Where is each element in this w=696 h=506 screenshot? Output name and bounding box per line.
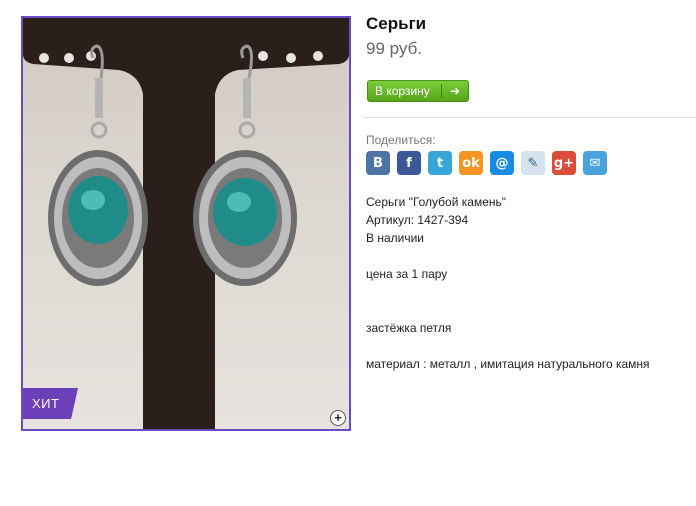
arrow-right-icon: ➜ <box>449 84 461 98</box>
description-sku: Артикул: 1427-394 <box>366 213 469 227</box>
product-title: Серьги <box>366 14 427 33</box>
zoom-plus-icon[interactable]: + <box>330 410 346 426</box>
share-twitter-icon[interactable]: t <box>428 151 452 175</box>
share-facebook-icon[interactable]: f <box>397 151 421 175</box>
share-label: Поделиться: <box>366 133 436 147</box>
share-buttons: Bf t ok @ ✎ g+ ✉ <box>366 151 607 175</box>
share-mail-ru-icon[interactable]: @ <box>490 151 514 175</box>
product-image[interactable]: ХИТ + <box>21 16 351 431</box>
share-livejournal-icon[interactable]: ✎ <box>521 151 545 175</box>
product-description: Серьги "Голубой камень" Артикул: 1427-39… <box>366 193 696 373</box>
description-stock: В наличии <box>366 231 425 245</box>
description-clasp: застёжка петля <box>366 321 452 335</box>
share-email-icon[interactable]: ✉ <box>583 151 607 175</box>
description-material: материал : металл , имитация натуральног… <box>366 357 650 371</box>
description-price-note: цена за 1 пару <box>366 267 448 281</box>
share-odnoklassniki-icon[interactable]: ok <box>459 151 483 175</box>
description-name: Серьги "Голубой камень" <box>366 195 507 209</box>
add-to-cart-label: В корзину <box>375 84 430 98</box>
add-to-cart-button[interactable]: В корзину ➜ <box>367 80 469 102</box>
hit-badge: ХИТ <box>23 388 78 419</box>
earrings-photo <box>23 18 349 429</box>
divider <box>365 117 696 118</box>
share-vkontakte-icon[interactable]: B <box>366 151 390 175</box>
product-price: 99 руб. <box>366 39 423 58</box>
share-google-plus-icon[interactable]: g+ <box>552 151 576 175</box>
